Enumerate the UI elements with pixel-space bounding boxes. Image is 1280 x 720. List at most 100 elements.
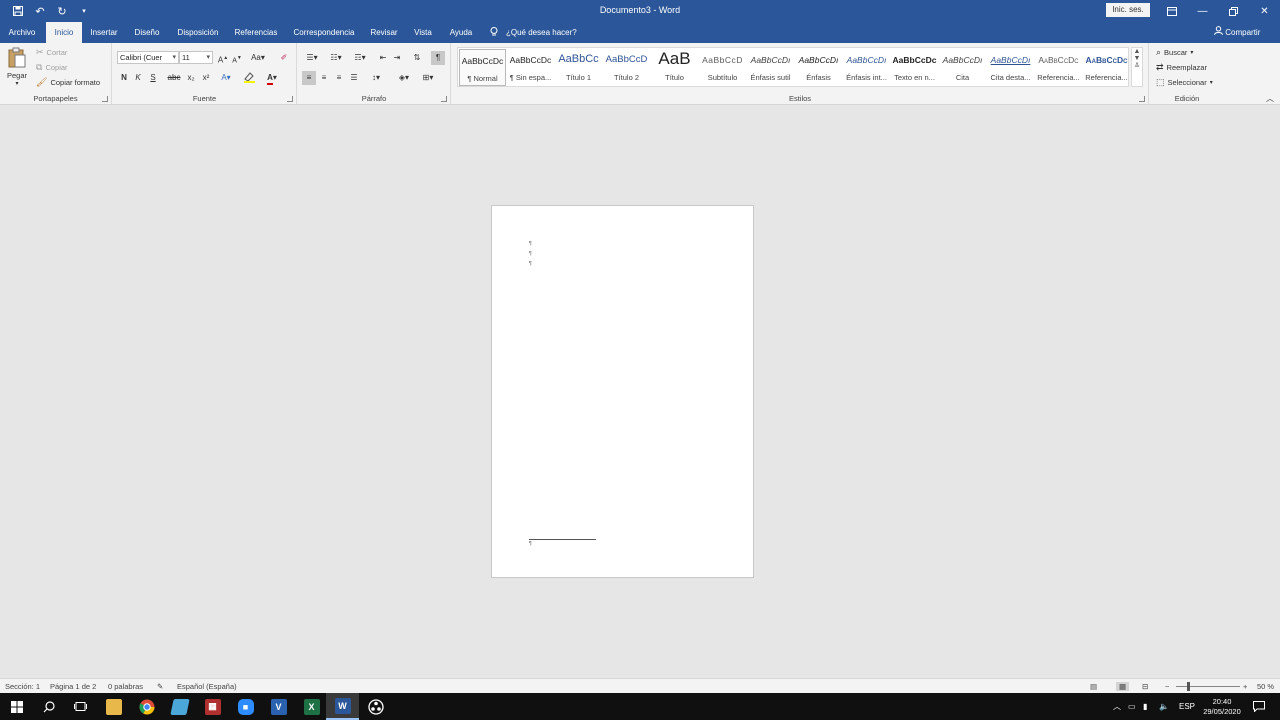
bold-button[interactable]: N [117, 71, 131, 85]
file-explorer-icon[interactable] [97, 693, 130, 720]
tab-disposicion[interactable]: Disposición [172, 22, 224, 43]
task-view-icon[interactable] [64, 693, 97, 720]
search-icon[interactable] [32, 693, 65, 720]
tab-vista[interactable]: Vista [409, 22, 437, 43]
grow-font-button[interactable]: A▲ [216, 51, 230, 65]
tab-referencias[interactable]: Referencias [232, 22, 280, 43]
excel-icon[interactable]: X [295, 693, 328, 720]
tab-inicio[interactable]: Inicio [46, 22, 82, 43]
subscript-button[interactable]: x₂ [184, 71, 198, 85]
align-center-icon[interactable]: ≡ [317, 71, 331, 85]
battery-icon[interactable]: ▮ [1143, 693, 1147, 720]
style-subtle-emphasis[interactable]: AaBbCcDı Énfasis sutil [747, 49, 794, 86]
sort-icon[interactable]: ⇅ [410, 51, 424, 65]
zoom-slider-thumb[interactable] [1187, 682, 1191, 691]
font-size-combo[interactable]: 11 ▾ [179, 51, 213, 64]
replace-button[interactable]: ⇄ Reemplazar [1156, 62, 1207, 73]
zoom-out-button[interactable]: − [1165, 682, 1169, 691]
style-intense-quote[interactable]: AaBbCcDı Cita desta... [987, 49, 1034, 86]
tab-archivo[interactable]: Archivo [2, 22, 42, 43]
align-right-icon[interactable]: ≡ [332, 71, 346, 85]
style-strong[interactable]: AaBbCcDc Texto en n... [891, 49, 938, 86]
more-icon[interactable]: ≚ [1132, 62, 1142, 70]
zoom-slider[interactable] [1176, 686, 1240, 687]
style-emphasis[interactable]: AaBbCcDı Énfasis [795, 49, 842, 86]
visual-studio-icon[interactable]: V [262, 693, 295, 720]
share-button[interactable]: Compartir [1214, 22, 1260, 43]
cut-button[interactable]: ✂ Cortar [36, 47, 67, 58]
align-left-icon[interactable]: ≡ [302, 71, 316, 85]
language-indicator[interactable]: Español (España) [177, 682, 237, 691]
multilevel-list-icon[interactable]: ☶▾ [350, 51, 370, 65]
highlight-icon[interactable] [241, 71, 259, 85]
tab-ayuda[interactable]: Ayuda [445, 22, 477, 43]
clear-formatting-icon[interactable]: ✐ [277, 51, 291, 65]
close-icon[interactable]: ✕ [1249, 0, 1280, 22]
chrome-icon[interactable] [130, 693, 163, 720]
dialog-launcher-icon[interactable] [1139, 96, 1145, 102]
style-intense-reference[interactable]: AaBbCcDc Referencia... [1083, 49, 1130, 86]
tab-correspondencia[interactable]: Correspondencia [290, 22, 358, 43]
obs-icon[interactable] [359, 693, 392, 720]
style-heading-1[interactable]: AaBbCc Título 1 [555, 49, 602, 86]
style-normal[interactable]: AaBbCcDc ¶ Normal [459, 49, 506, 86]
minimize-icon[interactable]: — [1187, 0, 1218, 22]
signin-button[interactable]: Inic. ses. [1106, 3, 1150, 17]
collapse-ribbon-icon[interactable]: ︿ [1266, 93, 1274, 104]
show-formatting-button[interactable]: ¶ [431, 51, 445, 65]
dialog-launcher-icon[interactable] [102, 96, 108, 102]
borders-icon[interactable]: ⊞▾ [418, 71, 438, 85]
zoom-app-icon[interactable]: ■ [229, 693, 262, 720]
web-layout-icon[interactable]: ⊟ [1142, 682, 1148, 691]
strikethrough-button[interactable]: abc [166, 71, 182, 85]
style-no-spacing[interactable]: AaBbCcDc ¶ Sin espa... [507, 49, 554, 86]
superscript-button[interactable]: x² [199, 71, 213, 85]
format-painter-button[interactable]: 🖌 Copiar formato [36, 77, 100, 88]
font-name-combo[interactable]: Calibri (Cuer ▾ [117, 51, 179, 64]
style-quote[interactable]: AaBbCcDı Cita [939, 49, 986, 86]
chevron-up-icon[interactable]: ▲ [1132, 48, 1142, 55]
style-title[interactable]: AaB Título [651, 49, 698, 86]
zoom-level[interactable]: 50 % [1257, 682, 1274, 691]
dialog-launcher-icon[interactable] [287, 96, 293, 102]
copy-button[interactable]: ⧉ Copiar [36, 62, 68, 73]
select-button[interactable]: ⬚ Seleccionar ▾ [1156, 77, 1213, 88]
styles-scrollbar[interactable]: ▲ ▼ ≚ [1131, 47, 1143, 87]
document-page[interactable]: ¶ ¶ ¶ ¶ [491, 205, 754, 578]
tab-diseno[interactable]: Diseño [130, 22, 164, 43]
start-windows-icon[interactable] [0, 693, 33, 720]
increase-indent-icon[interactable]: ⇥ [390, 51, 404, 65]
word-count[interactable]: 0 palabras [108, 682, 143, 691]
clock[interactable]: 20:40 29/05/2020 [1198, 697, 1246, 717]
word-icon[interactable]: W [326, 693, 359, 720]
tell-me-search[interactable]: ¿Qué desea hacer? [506, 22, 578, 43]
find-button[interactable]: ⌕ Buscar ▾ [1156, 47, 1193, 58]
justify-icon[interactable]: ☰ [347, 71, 361, 85]
print-layout-icon[interactable]: ▦ [1116, 682, 1130, 691]
font-color-icon[interactable]: A▾ [263, 71, 281, 85]
network-icon[interactable]: ▭ [1128, 693, 1136, 720]
ribbon-display-icon[interactable] [1156, 0, 1187, 22]
chevron-down-icon[interactable]: ▼ [1132, 55, 1142, 62]
zoom-in-button[interactable]: + [1243, 682, 1247, 691]
read-mode-icon[interactable]: ▤ [1090, 682, 1097, 691]
notifications-icon[interactable] [1253, 693, 1265, 720]
section-indicator[interactable]: Sección: 1 [5, 682, 40, 691]
proofing-icon[interactable]: ✎ [157, 682, 163, 691]
style-subtitle[interactable]: AaBbCcD Subtítulo [699, 49, 746, 86]
tab-insertar[interactable]: Insertar [86, 22, 122, 43]
paste-button[interactable]: Pegar ▾ [7, 47, 27, 87]
show-hidden-icons[interactable]: ︿ [1113, 693, 1121, 720]
input-language[interactable]: ESP [1179, 693, 1195, 720]
underline-button[interactable]: S [146, 71, 160, 85]
app-icon[interactable] [163, 693, 196, 720]
volume-icon[interactable]: 🔈 [1159, 693, 1169, 720]
style-heading-2[interactable]: AaBbCcD Título 2 [603, 49, 650, 86]
page-indicator[interactable]: Página 1 de 2 [50, 682, 96, 691]
bullets-icon[interactable]: ☰▾ [302, 51, 322, 65]
italic-button[interactable]: K [131, 71, 145, 85]
numbering-icon[interactable]: ☷▾ [326, 51, 346, 65]
shading-icon[interactable]: ◈▾ [394, 71, 414, 85]
style-subtle-reference[interactable]: AaBbCcDc Referencia... [1035, 49, 1082, 86]
text-effects-icon[interactable]: A▾ [219, 71, 233, 85]
